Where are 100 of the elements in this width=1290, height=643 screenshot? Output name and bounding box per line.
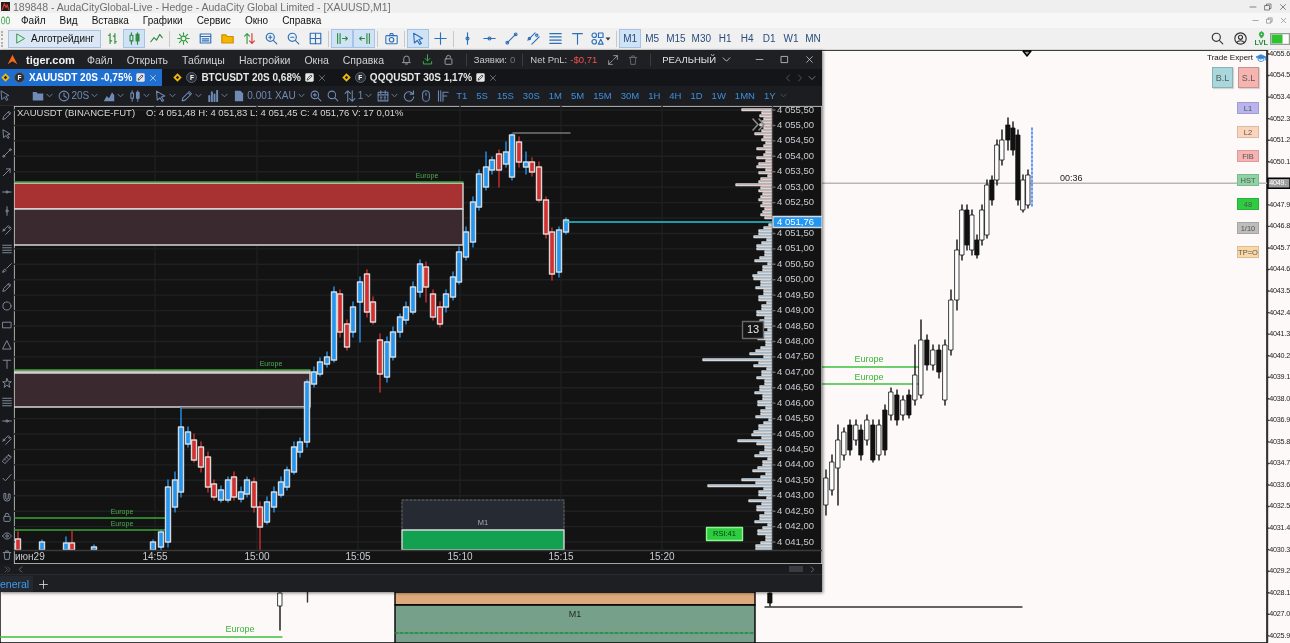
app-logo-icon	[1, 2, 10, 11]
timeframe-button[interactable]: 5S	[472, 86, 492, 105]
cursor-icon[interactable]	[1, 129, 12, 140]
close-icon[interactable]	[317, 73, 326, 82]
scroll-thumb[interactable]	[789, 566, 803, 572]
timeframe-button[interactable]: H1	[714, 29, 737, 48]
close-icon[interactable]	[1278, 2, 1287, 11]
menu-item[interactable]: Открыть	[126, 53, 168, 66]
timeframe-button[interactable]: 1D	[686, 86, 707, 105]
timeframe-button[interactable]: M15	[663, 29, 689, 48]
menu-item[interactable]: Настройки	[238, 53, 291, 66]
menu-item[interactable]: Окно	[244, 15, 269, 26]
edit-icon[interactable]	[304, 73, 314, 82]
restore-icon[interactable]	[1265, 17, 1273, 24]
timeframe-button[interactable]: T1	[452, 86, 471, 105]
timeframe-button[interactable]: M5	[641, 29, 664, 48]
channel-icon[interactable]	[1, 224, 12, 235]
trash-icon[interactable]	[628, 54, 639, 65]
cursor-button[interactable]	[407, 29, 430, 48]
up-down-arrows-icon	[242, 32, 256, 45]
double-chevron-icon[interactable]	[752, 118, 765, 131]
close-icon[interactable]	[489, 73, 498, 82]
lines-icon[interactable]	[1, 243, 12, 254]
timeframe-button[interactable]: 1MN	[731, 86, 759, 105]
cursor-icon[interactable]	[0, 90, 11, 101]
bars-arrow-left-button[interactable]	[353, 29, 376, 48]
menu-item[interactable]: Графики	[142, 15, 183, 26]
menu-item[interactable]: Таблицы	[182, 53, 225, 66]
play-icon	[15, 33, 26, 44]
brush-icon[interactable]	[1, 263, 12, 273]
orders-count: 0	[510, 54, 516, 65]
trade-button[interactable]: S.L	[1238, 67, 1259, 88]
plus-icon[interactable]	[39, 579, 49, 589]
menu-item[interactable]: Файл	[21, 15, 46, 26]
timeframe-button[interactable]: D1	[758, 29, 781, 48]
up-down-arrows-button[interactable]: 1	[341, 86, 375, 105]
maximize-icon[interactable]	[780, 55, 789, 64]
check-icon[interactable]	[1, 473, 12, 484]
menu-item[interactable]: Вставка	[91, 15, 129, 26]
workspace-tab[interactable]: eneral	[0, 575, 34, 592]
lock-icon[interactable]	[442, 54, 454, 65]
channel-icon[interactable]	[1, 435, 12, 446]
document-button[interactable]: 0.001 XAU	[230, 86, 308, 105]
bell-icon[interactable]	[400, 54, 412, 65]
timeframe-button[interactable]: W1	[780, 29, 803, 48]
bars-arrow-right-button[interactable]	[331, 29, 354, 48]
timeframe-button[interactable]: H4	[736, 29, 759, 48]
timeframe-button[interactable]: 15M	[589, 86, 616, 105]
timeframe-button[interactable]: 15S	[493, 86, 518, 105]
restore-icon[interactable]	[1263, 2, 1272, 11]
triangle-icon[interactable]	[1, 339, 12, 350]
algo-trading-button[interactable]: Алготрейдинг	[8, 29, 102, 48]
timeframe-button[interactable]: M1	[619, 29, 642, 48]
menu-item[interactable]: Файл	[86, 53, 113, 66]
timeframe-button[interactable]: 1Y	[760, 86, 780, 105]
timeframe-button[interactable]: M30	[688, 29, 715, 48]
menu-item[interactable]: Вид	[59, 15, 78, 26]
trend-line-icon[interactable]	[1, 148, 12, 159]
price-label: 4 044,00	[777, 458, 814, 470]
timeframe-button[interactable]: 4H	[665, 86, 685, 105]
arrow-icon[interactable]	[1, 167, 12, 178]
menu-item[interactable]: Окна	[304, 53, 329, 66]
star-icon[interactable]	[1, 377, 12, 388]
search-icon[interactable]	[1211, 32, 1225, 45]
menu-item[interactable]: Сервис	[196, 15, 231, 26]
timeframe-button[interactable]: 1M	[545, 86, 566, 105]
download-icon[interactable]	[421, 54, 433, 65]
ruler-icon[interactable]	[1, 454, 12, 465]
session-label: Europe	[225, 624, 255, 634]
trade-button[interactable]: B.L	[1212, 67, 1233, 88]
trash-icon[interactable]	[1, 549, 12, 560]
timeframe-button[interactable]: 30S	[519, 86, 544, 105]
circle-icon[interactable]	[1, 301, 12, 312]
caret-icon	[605, 35, 612, 42]
price-label: 4 048,00	[777, 334, 814, 346]
eye-icon[interactable]	[1, 530, 12, 541]
timeframe-button[interactable]: 5M	[567, 86, 588, 105]
chevron-left-icon[interactable]	[17, 565, 24, 573]
pencil-icon[interactable]	[1, 282, 12, 293]
price-label: 4 052,50	[777, 196, 814, 208]
edit-icon[interactable]	[476, 73, 486, 82]
account-icon[interactable]	[1234, 32, 1248, 45]
menu-item[interactable]: Справка	[342, 53, 384, 66]
timeframe-button[interactable]: 1H	[644, 86, 664, 105]
chevron-right-icon[interactable]	[809, 565, 816, 573]
menu-item[interactable]: Справка	[282, 15, 322, 26]
magnet-icon[interactable]	[1, 492, 12, 503]
text-tool-icon[interactable]	[1, 358, 12, 369]
account-mode-dropdown[interactable]: РЕАЛЬНЫЙ	[658, 54, 735, 65]
timeframe-button[interactable]: 30M	[617, 86, 643, 105]
lock-icon[interactable]	[1, 511, 12, 522]
clock-button[interactable]: 20S	[55, 86, 101, 105]
timeframe-button[interactable]: 1W	[708, 86, 730, 105]
candlestick-button[interactable]	[123, 29, 146, 48]
lines-icon[interactable]	[1, 396, 12, 407]
timeframe-button[interactable]: MN	[802, 29, 825, 48]
rectangle-icon[interactable]	[1, 320, 12, 331]
map-pin-icon[interactable]	[1256, 30, 1266, 39]
expand-icon[interactable]	[608, 54, 619, 65]
pencil-icon[interactable]	[1, 110, 12, 120]
